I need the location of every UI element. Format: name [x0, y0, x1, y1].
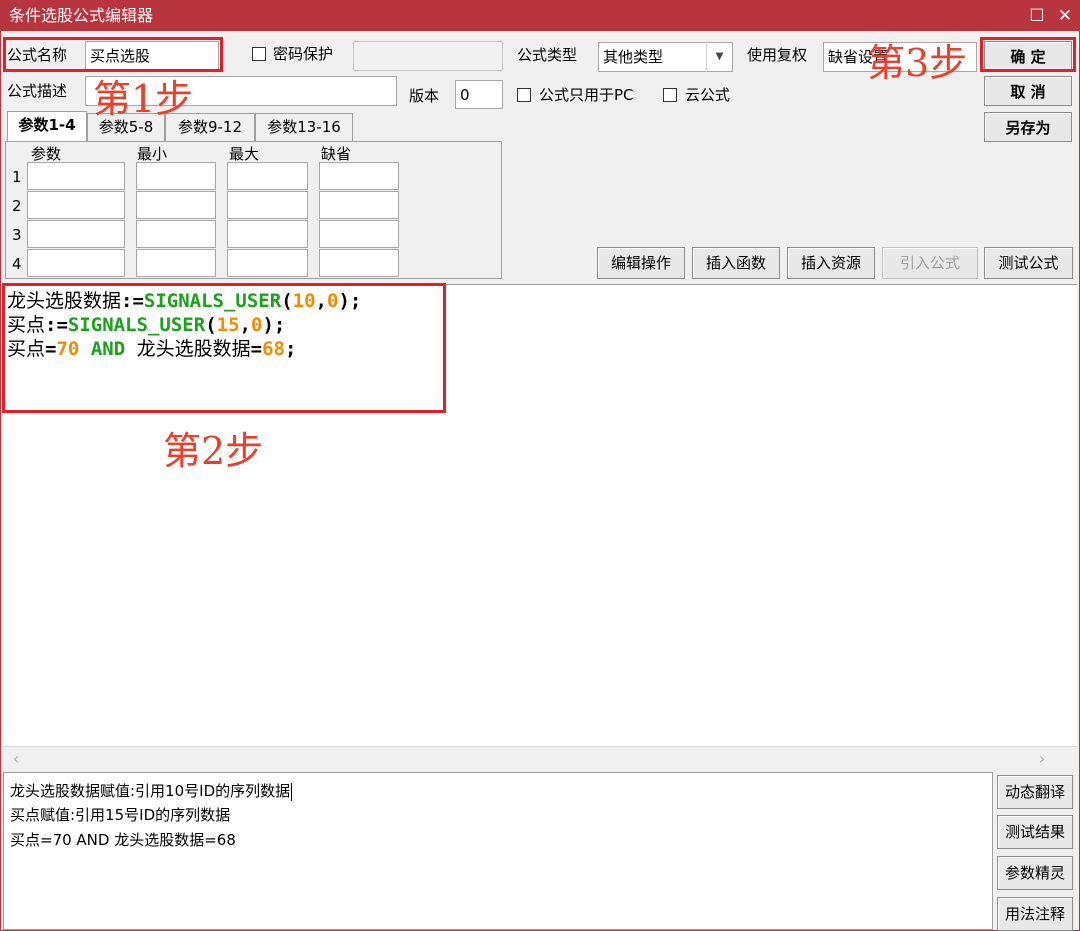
tab-params-13-16[interactable]: 参数13-16 [255, 113, 353, 141]
code-operator: = [250, 338, 263, 360]
code-paren: ); [338, 290, 362, 312]
code-operator: := [45, 314, 68, 336]
code-paren: ( [205, 314, 217, 336]
param-header-min: 最小 [137, 145, 168, 163]
insert-function-button[interactable]: 插入函数 [692, 247, 780, 279]
output-line-text: 龙头选股数据赋值:引用10号ID的序列数据 [10, 782, 291, 800]
code-comma: , [239, 314, 251, 336]
formula-name-input[interactable]: 买点选股 [85, 41, 219, 71]
horizontal-scrollbar[interactable]: ‹ › [3, 746, 1077, 770]
insert-resource-button[interactable]: 插入资源 [787, 247, 875, 279]
usage-notes-button[interactable]: 用法注释 [997, 897, 1073, 931]
code-number: 0 [250, 314, 263, 336]
param-default-input[interactable] [319, 249, 399, 277]
param-wizard-button[interactable]: 参数精灵 [997, 856, 1073, 890]
step3-annotation: 第3步 [867, 41, 968, 85]
step1-annotation: 第1步 [93, 77, 194, 121]
password-input[interactable] [353, 41, 503, 71]
code-number: 15 [216, 314, 240, 336]
code-comma: , [315, 290, 327, 312]
output-line: 买点=70 AND 龙头选股数据=68 [10, 831, 236, 849]
formula-name-label: 公式名称 [7, 46, 68, 64]
param-min-input[interactable] [136, 249, 216, 277]
ok-button[interactable]: 确 定 [984, 41, 1072, 71]
param-default-input[interactable] [319, 220, 399, 248]
password-checkbox[interactable] [252, 47, 266, 61]
chevron-down-icon[interactable]: ▼ [706, 42, 732, 72]
scroll-left-icon[interactable]: ‹ [5, 747, 27, 771]
param-max-input[interactable] [227, 191, 308, 219]
tab-params-1-4[interactable]: 参数1-4 [7, 111, 87, 142]
scroll-right-icon[interactable]: › [1031, 747, 1053, 771]
cancel-button[interactable]: 取 消 [984, 76, 1072, 106]
step2-annotation: 第2步 [163, 429, 264, 473]
test-results-button[interactable]: 测试结果 [997, 815, 1073, 849]
code-variable: 买点 [7, 338, 46, 360]
pc-only-checkbox[interactable] [517, 88, 531, 102]
param-min-input[interactable] [136, 191, 216, 219]
param-name-input[interactable] [27, 191, 125, 219]
param-max-input[interactable] [227, 220, 308, 248]
code-operator: = [45, 338, 57, 360]
param-name-input[interactable] [27, 162, 125, 190]
code-semicolon: ; [284, 338, 297, 360]
formula-editor-window: 条件选股公式编辑器 ☐ ✕ 公式名称 买点选股 密码保护 公式类型 其他类型 ▼… [0, 0, 1080, 931]
code-number: 68 [262, 338, 285, 360]
code-variable: 买点 [7, 314, 46, 336]
param-default-input[interactable] [319, 191, 399, 219]
formula-type-value: 其他类型 [603, 48, 664, 66]
window-title: 条件选股公式编辑器 [9, 6, 154, 25]
code-function: SIGNALS_USER [67, 314, 206, 336]
param-max-input[interactable] [227, 162, 308, 190]
edit-ops-button[interactable]: 编辑操作 [597, 247, 685, 279]
param-row-number: 4 [12, 255, 22, 273]
pc-only-label: 公式只用于PC [539, 86, 634, 104]
param-header-name: 参数 [31, 145, 62, 163]
param-min-input[interactable] [136, 220, 216, 248]
param-row-number: 1 [12, 168, 22, 186]
code-number: 0 [326, 290, 339, 312]
version-input[interactable]: 0 [455, 80, 503, 109]
test-formula-button[interactable]: 测试公式 [984, 247, 1073, 279]
output-line: 龙头选股数据赋值:引用10号ID的序列数据 [10, 781, 293, 801]
code-function: SIGNALS_USER [143, 290, 282, 312]
title-bar: 条件选股公式编辑器 [1, 1, 1079, 31]
code-line: 龙头选股数据:=SIGNALS_USER(10,0); [7, 289, 361, 313]
code-number: 70 [56, 338, 80, 360]
param-min-input[interactable] [136, 162, 216, 190]
code-number: 10 [292, 290, 316, 312]
code-editor[interactable]: 龙头选股数据:=SIGNALS_USER(10,0); 买点:=SIGNALS_… [3, 284, 1077, 746]
param-default-input[interactable] [319, 162, 399, 190]
code-operator: := [121, 290, 144, 312]
formula-desc-label: 公式描述 [7, 82, 68, 100]
param-header-max: 最大 [229, 145, 260, 163]
password-label: 密码保护 [273, 45, 334, 63]
param-header-default: 缺省 [321, 145, 352, 163]
dynamic-translate-button[interactable]: 动态翻译 [997, 775, 1073, 809]
output-line: 买点赋值:引用15号ID的序列数据 [10, 806, 231, 824]
code-variable: 龙头选股数据 [7, 290, 122, 312]
formula-type-label: 公式类型 [517, 46, 578, 64]
code-paren: ); [262, 314, 286, 336]
param-name-input[interactable] [27, 220, 125, 248]
code-keyword: AND [90, 338, 126, 360]
code-line: 买点:=SIGNALS_USER(15,0); [7, 313, 285, 337]
text-caret [291, 782, 293, 801]
translation-output[interactable]: 龙头选股数据赋值:引用10号ID的序列数据 买点赋值:引用15号ID的序列数据 … [3, 772, 993, 930]
code-paren: ( [281, 290, 293, 312]
maximize-icon[interactable]: ☐ [1023, 1, 1051, 31]
param-row-number: 2 [12, 197, 22, 215]
cloud-label: 云公式 [685, 86, 731, 104]
param-name-input[interactable] [27, 249, 125, 277]
close-icon[interactable]: ✕ [1051, 1, 1079, 31]
save-as-button[interactable]: 另存为 [984, 112, 1072, 142]
cloud-checkbox[interactable] [663, 88, 677, 102]
import-formula-button[interactable]: 引入公式 [882, 247, 978, 279]
code-variable: 龙头选股数据 [136, 338, 251, 360]
version-label: 版本 [409, 87, 440, 105]
fuquan-label: 使用复权 [747, 46, 808, 64]
code-line: 买点=70 AND 龙头选股数据=68; [7, 337, 296, 361]
param-max-input[interactable] [227, 249, 308, 277]
param-row-number: 3 [12, 226, 22, 244]
